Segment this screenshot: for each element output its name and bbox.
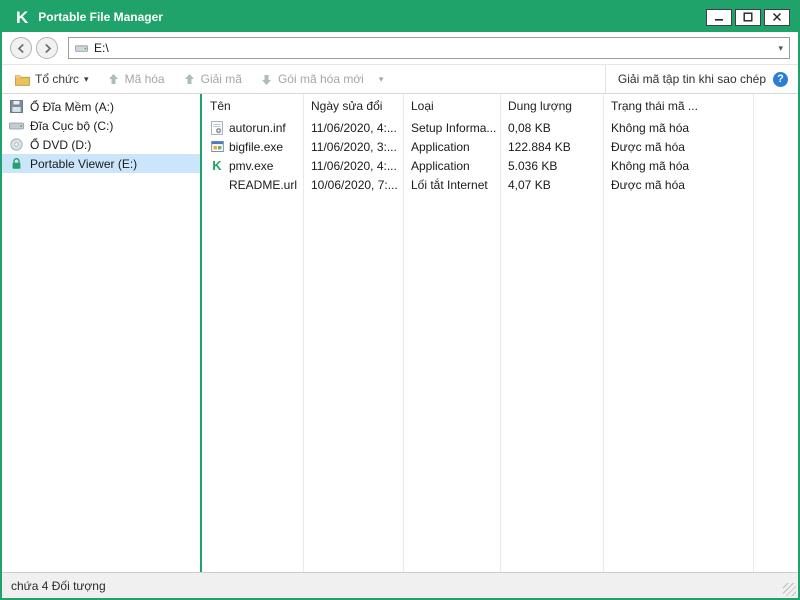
decrypt-arrow-up-icon [184,73,194,84]
file-size: 0,08 KB [508,120,551,135]
column-divider[interactable] [403,94,404,572]
address-bar[interactable]: E:\ ▾ [68,37,790,59]
file-encryption-status: Được mã hóa [611,177,685,192]
file-name: autorun.inf [229,120,286,135]
title-bar[interactable]: K Portable File Manager [2,2,798,32]
local-disk-icon [9,120,24,132]
file-type: Setup Informa... [411,120,497,135]
file-name: pmv.exe [229,158,274,173]
application-icon [210,140,224,154]
back-button[interactable] [10,37,32,59]
sidebar-item-local-disk-c[interactable]: Đĩa Cục bộ (C:) [2,116,200,135]
toolbar-decrypt-label: Giải mã [200,72,242,86]
decrypt-on-copy-label: Giải mã tập tin khi sao chép [617,72,766,86]
no-icon [210,178,224,192]
column-header-status[interactable]: Trạng thái mã ... [603,99,753,113]
drive-icon [75,44,88,52]
file-modified: 11/06/2020, 4:... [311,120,397,135]
file-size: 122.884 KB [508,139,571,154]
file-type: Application [411,158,470,173]
folder-icon [15,74,30,86]
sidebar-item-floppy-a[interactable]: Ổ Đĩa Mềm (A:) [2,97,200,116]
forward-button[interactable] [36,37,58,59]
drive-tree: Ổ Đĩa Mềm (A:) Đĩa Cục bộ (C:) Ổ DVD (D:… [2,94,200,572]
file-modified: 11/06/2020, 4:... [311,158,397,173]
dvd-drive-icon [9,138,24,151]
column-divider[interactable] [603,94,604,572]
toolbar-encrypt-button[interactable]: Mã hóa [98,65,174,93]
chevron-down-icon: ▾ [84,73,89,84]
file-encryption-status: Được mã hóa [611,139,685,154]
content-area: Ổ Đĩa Mềm (A:) Đĩa Cục bộ (C:) Ổ DVD (D:… [2,94,798,572]
column-header-size[interactable]: Dung lượng [500,99,603,113]
file-size: 5.036 KB [508,158,558,173]
maximize-button[interactable] [735,8,761,26]
portable-file-manager-window: K Portable File Manager E:\ ▾ Tổ chức ▾ … [0,0,800,600]
file-type: Lối tắt Internet [411,177,488,192]
resize-grip[interactable] [783,583,796,596]
status-bar: chứa 4 Đối tượng [2,572,798,598]
kaspersky-app-icon: K [212,158,222,173]
address-path: E:\ [94,41,109,55]
sidebar-item-portable-viewer-e[interactable]: Portable Viewer (E:) [2,154,200,173]
new-package-arrow-down-icon [261,74,271,85]
column-header-modified[interactable]: Ngày sửa đổi [303,99,403,113]
toolbar-new-package-button[interactable]: Gói mã hóa mới ▾ [251,65,392,93]
minimize-icon [715,19,723,21]
file-size: 4,07 KB [508,177,551,192]
chevron-down-icon: ▾ [378,73,384,84]
minimize-button[interactable] [706,8,732,26]
toolbar-decrypt-button[interactable]: Giải mã [174,65,251,93]
sidebar-item-label: Đĩa Cục bộ (C:) [30,118,114,133]
file-list: Tên Ngày sửa đổi Loại Dung lượng Trạng t… [202,94,798,572]
sidebar-item-label: Portable Viewer (E:) [30,156,138,171]
toolbar-right-section: Giải mã tập tin khi sao chép ? [604,65,794,93]
setup-file-icon [210,120,224,135]
file-encryption-status: Không mã hóa [611,120,690,135]
toolbar-organize-button[interactable]: Tổ chức ▾ [6,65,98,93]
sidebar-item-label: Ổ Đĩa Mềm (A:) [30,99,115,114]
column-divider[interactable] [753,94,754,572]
forward-icon [44,43,51,53]
help-icon[interactable]: ? [773,71,788,87]
file-modified: 10/06/2020, 7:... [311,177,398,192]
status-text: chứa 4 Đối tượng [11,578,106,593]
toolbar-organize-label: Tổ chức [35,72,80,86]
file-modified: 11/06/2020, 3:... [311,139,397,154]
sidebar-item-dvd-d[interactable]: Ổ DVD (D:) [2,135,200,154]
column-header-name[interactable]: Tên [202,99,303,113]
window-controls [706,8,792,26]
close-button[interactable] [764,8,790,26]
close-icon [773,13,781,21]
sidebar-item-label: Ổ DVD (D:) [30,137,92,152]
window-title: Portable File Manager [38,10,163,24]
back-icon [17,43,24,53]
address-dropdown-icon[interactable]: ▾ [778,43,783,54]
maximize-icon [743,12,753,22]
toolbar-new-package-label: Gói mã hóa mới [277,72,364,86]
navigation-bar: E:\ ▾ [2,32,798,64]
file-encryption-status: Không mã hóa [611,158,690,173]
file-type: Application [411,139,470,154]
column-divider[interactable] [500,94,501,572]
toolbar: Tổ chức ▾ Mã hóa Giải mã Gói mã hóa mới … [2,64,798,94]
encrypt-arrow-up-icon [108,73,118,84]
toolbar-encrypt-label: Mã hóa [124,72,165,86]
kaspersky-logo-icon: K [16,7,29,27]
file-name: bigfile.exe [229,139,284,154]
column-header-type[interactable]: Loại [403,99,500,113]
floppy-drive-icon [9,100,24,113]
column-divider[interactable] [303,94,304,572]
protected-drive-icon [9,157,24,170]
file-name: README.url [229,177,298,192]
